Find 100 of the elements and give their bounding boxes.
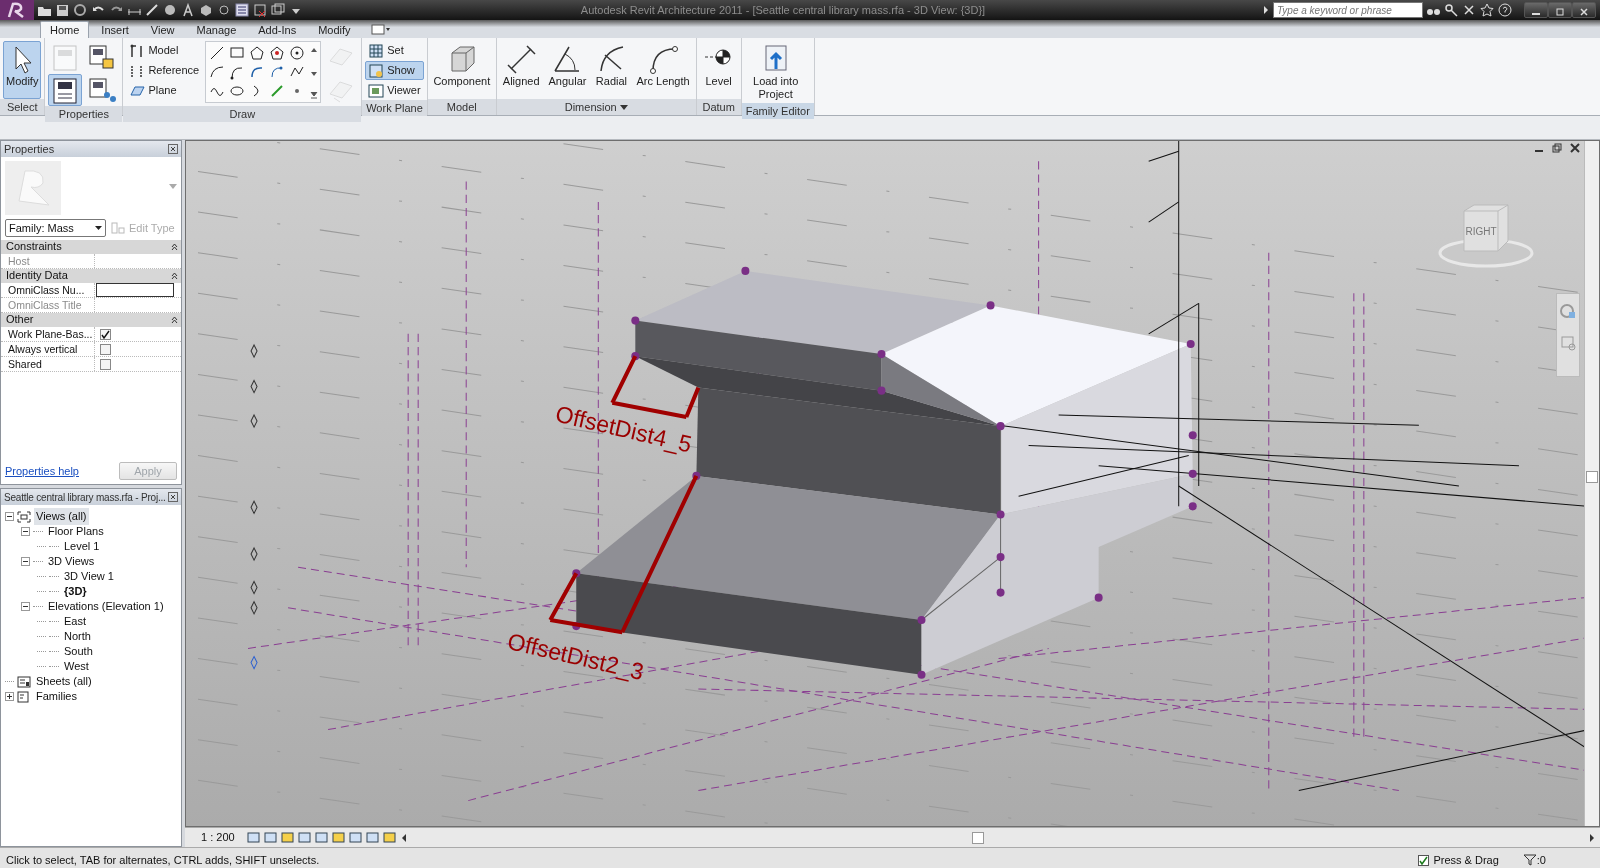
dimension-line[interactable] (548, 473, 699, 635)
restore-icon[interactable] (1552, 143, 1562, 153)
restore-button[interactable] (1548, 2, 1572, 18)
property-group-header[interactable]: Identity Data (1, 268, 181, 283)
property-label: Always vertical (1, 341, 95, 356)
selection-count[interactable]: :0 (1536, 851, 1546, 868)
star-icon[interactable] (1480, 3, 1495, 17)
panel-title[interactable]: Dimension (496, 99, 696, 115)
property-checkbox[interactable] (100, 358, 111, 370)
view-scale-text[interactable]: 1 : 200 (201, 829, 235, 846)
save-icon[interactable] (55, 3, 70, 17)
ribbon-tab[interactable]: Add-Ins (248, 21, 307, 38)
show-plane-tool-button[interactable]: Show (365, 61, 424, 80)
type-properties-button[interactable] (48, 74, 83, 106)
model-line-tool-button[interactable]: Model (126, 41, 203, 60)
close-icon[interactable] (1570, 143, 1580, 153)
edit-type-icon (111, 222, 125, 235)
angular-dimension-tool-button[interactable]: Angular (545, 41, 590, 99)
expander-toggle[interactable] (21, 557, 30, 566)
arc-icon[interactable] (209, 64, 226, 80)
aligned-dimension-tool-button[interactable]: Aligned (499, 41, 543, 99)
panel-title: Datum (696, 99, 741, 115)
temporary-hide-icon[interactable] (348, 831, 362, 844)
expander-toggle[interactable] (21, 527, 30, 536)
tree-item[interactable]: East (62, 613, 88, 630)
dropdown-caret-icon (95, 226, 102, 231)
key-icon[interactable] (1444, 3, 1459, 17)
tree-item[interactable]: Families (34, 688, 79, 705)
line-icon[interactable] (209, 44, 226, 61)
ribbon-tab[interactable]: Home (40, 21, 90, 38)
ribbon-tab[interactable]: Insert (91, 21, 139, 38)
press-drag-checkbox[interactable]: Press & Drag (1418, 851, 1499, 868)
type-selector-dropdown[interactable]: Family: Mass (5, 219, 106, 238)
sun-path-icon[interactable] (280, 831, 294, 844)
expander-toggle[interactable] (5, 692, 14, 701)
property-checkbox[interactable] (100, 343, 111, 355)
visual-style-icon[interactable] (263, 831, 277, 844)
tree-item[interactable]: South (62, 643, 95, 660)
tree-item[interactable]: West (62, 658, 91, 675)
preview-image-icon (5, 161, 61, 215)
cursor-tool-button[interactable]: Modify (3, 41, 42, 99)
property-label: Work Plane-Bas... (1, 326, 95, 341)
inscribed-polygon-icon[interactable] (269, 44, 286, 61)
ribbon-tab[interactable]: Modify (308, 21, 361, 38)
crop-view-icon[interactable] (314, 831, 328, 844)
filter-icon[interactable] (1522, 854, 1537, 866)
tree-item[interactable]: North (62, 628, 93, 645)
text-icon[interactable] (181, 3, 196, 17)
dimension-icon[interactable] (145, 3, 160, 17)
viewer-tool-button[interactable]: Viewer (365, 81, 424, 100)
crop-region-icon[interactable] (331, 831, 345, 844)
app-logo-icon[interactable] (0, 0, 34, 20)
property-checkbox[interactable] (100, 328, 111, 340)
reveal-hidden-icon[interactable] (365, 831, 379, 844)
property-group-header[interactable]: Other (1, 312, 181, 327)
shadows-icon[interactable] (297, 831, 311, 844)
arc-dimension-tool-button[interactable]: Arc Length (633, 41, 693, 99)
close-hidden-icon[interactable] (253, 3, 268, 17)
tree-item[interactable]: 3D View 1 (62, 568, 116, 585)
vertical-scrollbar[interactable] (1584, 141, 1599, 826)
help-icon[interactable] (1498, 3, 1513, 17)
tree-item[interactable]: Views (all) (34, 508, 89, 525)
panel-toggle-icon[interactable] (370, 23, 391, 36)
tree-item[interactable]: Floor Plans (46, 523, 106, 540)
properties-help-link[interactable]: Properties help (5, 462, 79, 480)
switch-windows-icon[interactable] (271, 3, 286, 17)
tree-item[interactable]: {3D} (62, 583, 89, 600)
reference-line-tool-button[interactable]: Reference (126, 61, 203, 80)
load-into-project-tool-button[interactable]: Load into Project (744, 41, 807, 103)
window-title: Autodesk Revit Architecture 2011 - [Seattle central library mass.rfa - 3D View: {3D}] (579, 2, 987, 18)
close-button[interactable] (1572, 2, 1596, 18)
tree-item[interactable]: 3D Views (46, 553, 97, 570)
dropdown-caret-icon[interactable] (619, 105, 628, 112)
arc-dimension-icon (647, 43, 680, 75)
detail-level-icon[interactable] (246, 831, 260, 844)
sketch-tools-gallery[interactable] (205, 41, 322, 103)
circle-icon[interactable] (289, 44, 306, 61)
radial-dimension-tool-button[interactable]: Radial (592, 41, 631, 99)
close-icon[interactable] (168, 492, 178, 502)
plus-icon (6, 693, 13, 700)
sheet-icon (17, 675, 31, 688)
minimize-button[interactable] (1524, 2, 1548, 18)
tree-item[interactable]: Sheets (all) (34, 673, 94, 690)
property-group-header[interactable]: Constraints (1, 239, 181, 254)
tree-item[interactable]: Elevations (Elevation 1) (46, 598, 166, 615)
tree-item[interactable]: Level 1 (62, 538, 102, 555)
view-cube-drawing[interactable]: RIGHT (1436, 203, 1536, 275)
level-tool-button[interactable]: Level (699, 41, 738, 99)
search-field[interactable]: Type a keyword or phrase (1273, 2, 1423, 18)
thin-lines-icon[interactable] (235, 3, 250, 17)
box-tool-button[interactable]: Component (430, 41, 493, 99)
ribbon-tab[interactable]: View (140, 21, 185, 38)
polygon-icon[interactable] (249, 44, 266, 61)
close-icon[interactable] (168, 144, 178, 154)
ribbon-tab[interactable]: Manage (186, 21, 247, 38)
expander-toggle[interactable] (5, 512, 14, 521)
expand-arrow-icon[interactable] (1262, 3, 1270, 17)
expander-toggle[interactable] (21, 602, 30, 611)
grid-tool-button[interactable]: Set (365, 41, 424, 60)
plane-tool-button[interactable]: Plane (126, 81, 203, 100)
